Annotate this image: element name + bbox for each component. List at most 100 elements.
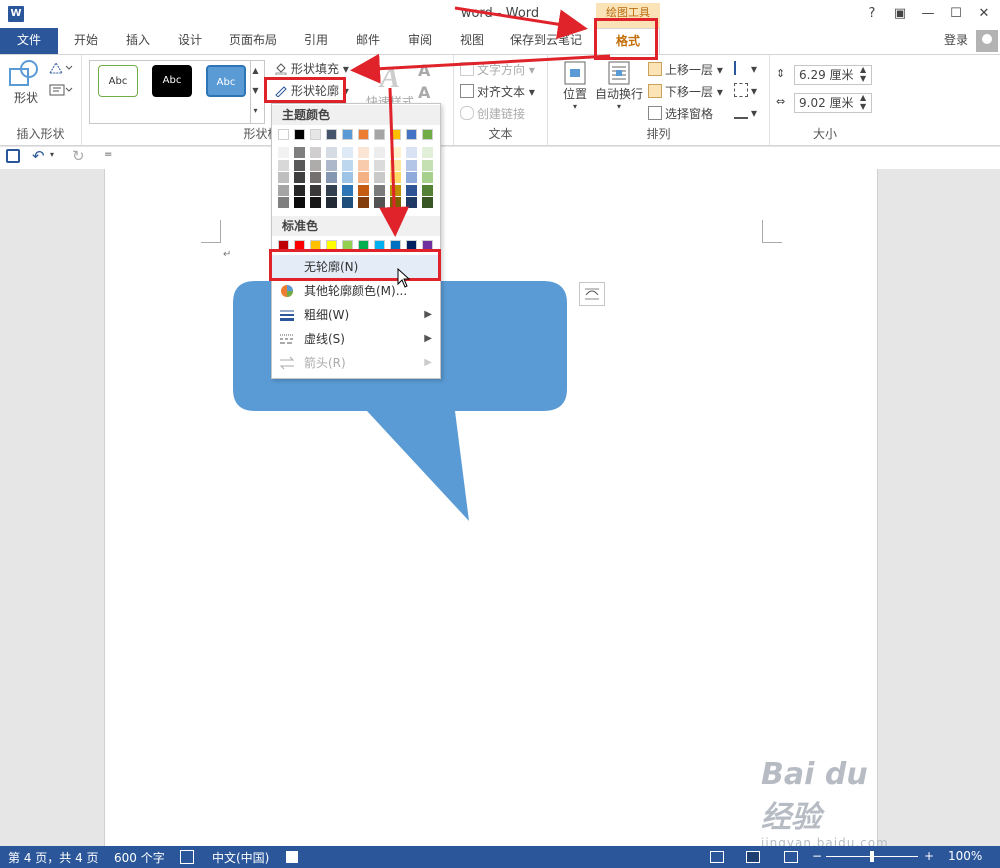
wrap-text-button[interactable]: 自动换行 ▾ — [594, 61, 644, 111]
shape-style-outline[interactable]: Abc — [98, 65, 138, 97]
theme-color-shade-swatch[interactable] — [390, 197, 401, 208]
document-page[interactable]: ↵ Bai du 经验 jingyan.baidu.com — [104, 169, 888, 850]
tab-references[interactable]: 引用 — [292, 28, 340, 54]
text-direction-button[interactable]: 文字方向 ▾ — [460, 61, 535, 78]
theme-color-swatch[interactable] — [278, 129, 289, 140]
web-layout-icon[interactable] — [784, 851, 798, 863]
height-spinner[interactable]: ▲ ▼ — [860, 65, 866, 83]
theme-color-shade-swatch[interactable] — [390, 159, 401, 171]
theme-color-shade-swatch[interactable] — [294, 197, 305, 208]
text-outline-icon[interactable]: A — [418, 83, 430, 102]
page-count[interactable]: 第 4 页，共 4 页 — [8, 849, 99, 866]
arrows-item[interactable]: 箭头(R) ▶ — [272, 351, 440, 375]
customize-qat-button[interactable]: = — [104, 149, 112, 160]
theme-color-shade-swatch[interactable] — [342, 147, 353, 158]
theme-color-swatch[interactable] — [374, 129, 385, 140]
theme-color-shade-swatch[interactable] — [406, 197, 417, 208]
tab-save-to-cloud-notes[interactable]: 保存到云笔记 — [504, 28, 588, 54]
theme-color-shade-swatch[interactable] — [278, 147, 289, 158]
close-button[interactable]: ✕ — [971, 4, 997, 24]
theme-color-shade-swatch[interactable] — [342, 159, 353, 171]
print-layout-icon[interactable] — [746, 851, 760, 863]
zoom-level[interactable]: 100% — [948, 849, 982, 863]
group-objects-button[interactable]: ▾ — [734, 83, 757, 98]
zoom-slider-thumb[interactable] — [870, 851, 874, 862]
theme-color-shade-swatch[interactable] — [294, 184, 305, 196]
theme-color-shade-swatch[interactable] — [358, 184, 369, 196]
theme-color-shade-swatch[interactable] — [406, 172, 417, 183]
theme-color-shade-swatch[interactable] — [358, 172, 369, 183]
read-mode-icon[interactable] — [710, 851, 724, 863]
rotate-button[interactable]: ▾ — [734, 105, 757, 120]
theme-color-shade-swatch[interactable] — [310, 172, 321, 183]
theme-color-shade-swatch[interactable] — [358, 147, 369, 158]
theme-color-swatch[interactable] — [358, 129, 369, 140]
theme-color-shade-swatch[interactable] — [374, 172, 385, 183]
tab-insert[interactable]: 插入 — [114, 28, 162, 54]
shape-style-black[interactable]: Abc — [152, 65, 192, 97]
theme-color-swatch[interactable] — [422, 129, 433, 140]
gallery-scroll[interactable]: ▲ ▼ ▾ — [250, 61, 260, 123]
theme-color-swatch[interactable] — [390, 129, 401, 140]
theme-color-shade-swatch[interactable] — [406, 147, 417, 158]
theme-color-shade-swatch[interactable] — [294, 147, 305, 158]
theme-color-shade-swatch[interactable] — [422, 172, 433, 183]
theme-color-shade-swatch[interactable] — [422, 147, 433, 158]
theme-color-shade-swatch[interactable] — [422, 197, 433, 208]
theme-color-swatch[interactable] — [310, 129, 321, 140]
ribbon-display-options-button[interactable]: ▣ — [887, 4, 913, 24]
draw-text-box-button[interactable] — [48, 83, 74, 100]
theme-color-shade-swatch[interactable] — [358, 159, 369, 171]
create-link-button[interactable]: 创建链接 — [460, 105, 525, 122]
theme-color-shade-swatch[interactable] — [326, 184, 337, 196]
theme-color-shade-swatch[interactable] — [294, 159, 305, 171]
redo-icon[interactable]: ↻ — [72, 147, 85, 165]
theme-color-shade-swatch[interactable] — [422, 159, 433, 171]
position-button[interactable]: 位置 ▾ — [558, 61, 592, 111]
zoom-in-button[interactable]: + — [924, 849, 934, 863]
undo-dropdown[interactable]: ▾ — [50, 150, 54, 159]
shapes-button[interactable]: 形状 — [8, 59, 44, 111]
theme-color-shade-swatch[interactable] — [310, 147, 321, 158]
theme-color-shade-swatch[interactable] — [326, 197, 337, 208]
shape-fill-button[interactable]: 形状填充 ▾ — [274, 60, 349, 77]
theme-color-swatch[interactable] — [342, 129, 353, 140]
align-button[interactable]: ▾ — [734, 61, 757, 76]
word-count[interactable]: 600 个字 — [114, 849, 165, 866]
align-text-button[interactable]: 对齐文本 ▾ — [460, 83, 535, 100]
theme-color-shade-swatch[interactable] — [342, 184, 353, 196]
layout-options-icon[interactable] — [579, 282, 605, 306]
theme-color-shade-swatch[interactable] — [358, 197, 369, 208]
theme-color-shade-swatch[interactable] — [374, 197, 385, 208]
minimize-button[interactable]: — — [915, 4, 941, 24]
theme-color-shade-swatch[interactable] — [278, 172, 289, 183]
theme-color-shade-swatch[interactable] — [342, 172, 353, 183]
text-fill-icon[interactable]: A — [418, 61, 430, 80]
sign-in-link[interactable]: 登录 — [944, 31, 968, 48]
theme-color-shade-swatch[interactable] — [278, 184, 289, 196]
theme-color-shade-swatch[interactable] — [406, 159, 417, 171]
dashes-item[interactable]: 虚线(S) ▶ — [272, 327, 440, 351]
theme-color-shade-swatch[interactable] — [374, 147, 385, 158]
edit-shape-button[interactable] — [48, 61, 74, 78]
theme-color-shade-swatch[interactable] — [310, 184, 321, 196]
width-spinner[interactable]: ▲ ▼ — [860, 93, 866, 111]
theme-color-swatch[interactable] — [326, 129, 337, 140]
tab-home[interactable]: 开始 — [62, 28, 110, 54]
tab-design[interactable]: 设计 — [166, 28, 214, 54]
theme-color-shade-swatch[interactable] — [310, 197, 321, 208]
maximize-button[interactable]: ☐ — [943, 4, 969, 24]
language-indicator[interactable]: 中文(中国) — [212, 849, 269, 866]
theme-color-swatch[interactable] — [406, 129, 417, 140]
proofing-icon[interactable] — [180, 850, 194, 864]
tab-review[interactable]: 审阅 — [396, 28, 444, 54]
weight-item[interactable]: 粗细(W) ▶ — [272, 303, 440, 327]
theme-color-shade-swatch[interactable] — [422, 184, 433, 196]
zoom-out-button[interactable]: − — [812, 849, 822, 863]
theme-color-shade-swatch[interactable] — [390, 147, 401, 158]
undo-icon[interactable]: ↶ — [32, 147, 45, 165]
theme-color-shade-swatch[interactable] — [374, 184, 385, 196]
more-outline-colors-item[interactable]: 其他轮廓颜色(M)... — [272, 279, 440, 303]
theme-color-shade-swatch[interactable] — [390, 184, 401, 196]
theme-color-shade-swatch[interactable] — [278, 159, 289, 171]
